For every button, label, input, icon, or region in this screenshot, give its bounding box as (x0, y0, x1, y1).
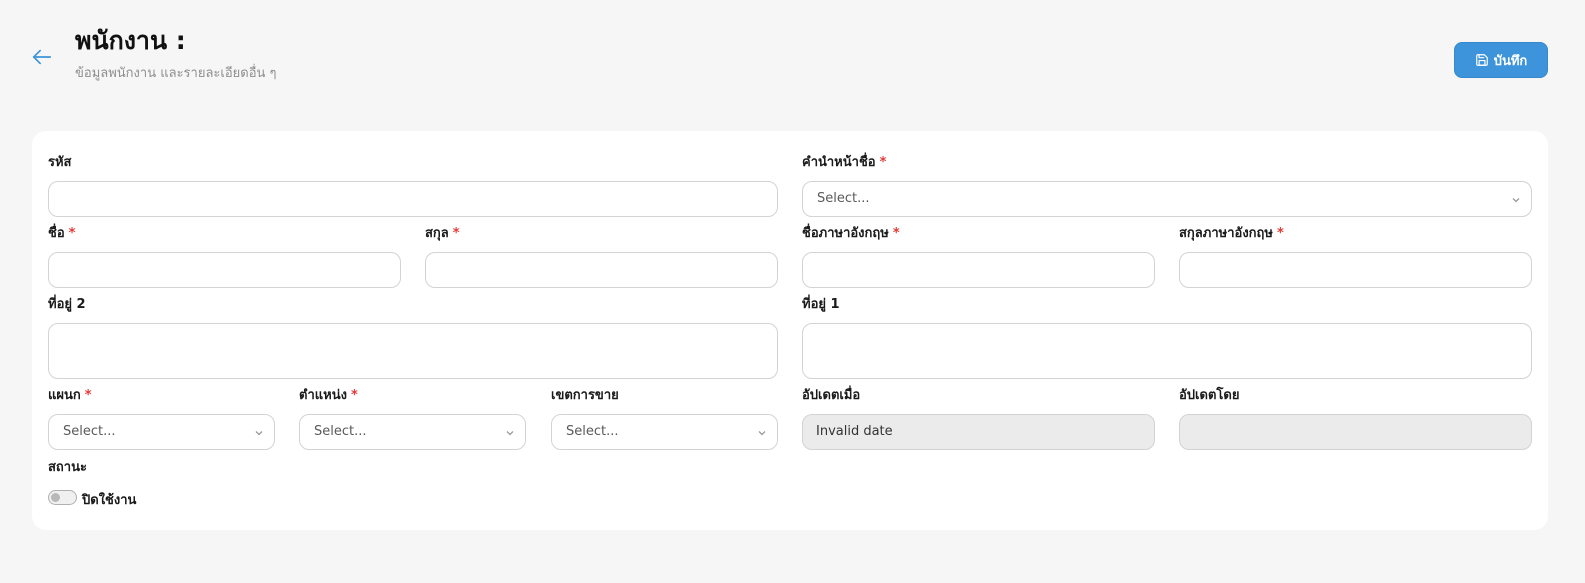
required-marker: * (350, 388, 358, 403)
first-name-input[interactable] (48, 252, 401, 288)
required-marker: * (892, 226, 900, 241)
back-button[interactable] (30, 45, 54, 69)
updated-by-label: อัปเดตโดย (1179, 387, 1239, 405)
first-name-label-text: ชื่อ (48, 226, 65, 241)
department-label: แผนก * (48, 387, 92, 405)
status-label-text: สถานะ (48, 460, 87, 475)
position-label-text: ตำแหน่ง (299, 388, 347, 403)
address1-label: ที่อยู่ 1 (802, 296, 840, 314)
page-header: พนักงาน : ข้อมูลพนักงาน และรายละเอียดอื่… (0, 0, 1585, 100)
toggle-knob (51, 493, 60, 502)
department-select[interactable]: Select... (48, 414, 275, 450)
updated-at-label-text: อัปเดตเมื่อ (802, 388, 861, 403)
required-marker: * (1276, 226, 1284, 241)
last-name-label-text: สกุล (425, 226, 449, 241)
code-label-text: รหัส (48, 155, 72, 170)
first-name-en-label: ชื่อภาษาอังกฤษ * (802, 225, 900, 243)
status-label: สถานะ (48, 459, 87, 477)
floppy-disk-icon (1475, 54, 1488, 66)
page-title: พนักงาน : (75, 26, 186, 55)
last-name-en-input[interactable] (1179, 252, 1532, 288)
first-name-en-label-text: ชื่อภาษาอังกฤษ (802, 226, 889, 241)
last-name-input[interactable] (425, 252, 778, 288)
sales-zone-placeholder: Select... (566, 424, 619, 439)
sales-zone-select[interactable]: Select... (551, 414, 778, 450)
prefix-select[interactable]: Select... (802, 181, 1532, 217)
position-placeholder: Select... (314, 424, 367, 439)
address1-label-text: ที่อยู่ 1 (802, 297, 840, 312)
prefix-placeholder: Select... (817, 191, 870, 206)
chevron-down-icon (506, 431, 514, 436)
sales-zone-label: เขตการขาย (551, 387, 619, 405)
updated-at-label: อัปเดตเมื่อ (802, 387, 860, 405)
address2-label-text: ที่อยู่ 2 (48, 297, 86, 312)
updated-at-field: Invalid date (802, 414, 1155, 450)
last-name-label: สกุล * (425, 225, 460, 243)
arrow-left-icon (32, 49, 52, 65)
last-name-en-label: สกุลภาษาอังกฤษ * (1179, 225, 1284, 243)
page-subtitle: ข้อมูลพนักงาน และรายละเอียดอื่น ๆ (75, 66, 277, 81)
department-label-text: แผนก (48, 388, 81, 403)
status-toggle[interactable] (48, 490, 77, 505)
last-name-en-label-text: สกุลภาษาอังกฤษ (1179, 226, 1273, 241)
address2-label: ที่อยู่ 2 (48, 296, 86, 314)
required-marker: * (452, 226, 460, 241)
prefix-label-text: คำนำหน้าชื่อ (802, 155, 876, 170)
updated-at-value: Invalid date (816, 424, 893, 439)
save-button-label: บันทึก (1493, 53, 1528, 69)
chevron-down-icon (1512, 198, 1520, 203)
position-select[interactable]: Select... (299, 414, 526, 450)
code-label: รหัส (48, 154, 72, 172)
code-input[interactable] (48, 181, 778, 217)
sales-zone-label-text: เขตการขาย (551, 388, 619, 403)
first-name-en-input[interactable] (802, 252, 1155, 288)
required-marker: * (84, 388, 92, 403)
chevron-down-icon (758, 431, 766, 436)
chevron-down-icon (255, 431, 263, 436)
status-toggle-label: ปิดใช้งาน (82, 493, 137, 508)
prefix-label: คำนำหน้าชื่อ * (802, 154, 886, 172)
address1-textarea[interactable] (802, 323, 1532, 379)
required-marker: * (879, 155, 887, 170)
required-marker: * (68, 226, 76, 241)
updated-by-field (1179, 414, 1532, 450)
first-name-label: ชื่อ * (48, 225, 75, 243)
address2-textarea[interactable] (48, 323, 778, 379)
updated-by-label-text: อัปเดตโดย (1179, 388, 1240, 403)
position-label: ตำแหน่ง * (299, 387, 358, 405)
department-placeholder: Select... (63, 424, 116, 439)
save-button[interactable]: บันทึก (1454, 42, 1548, 78)
